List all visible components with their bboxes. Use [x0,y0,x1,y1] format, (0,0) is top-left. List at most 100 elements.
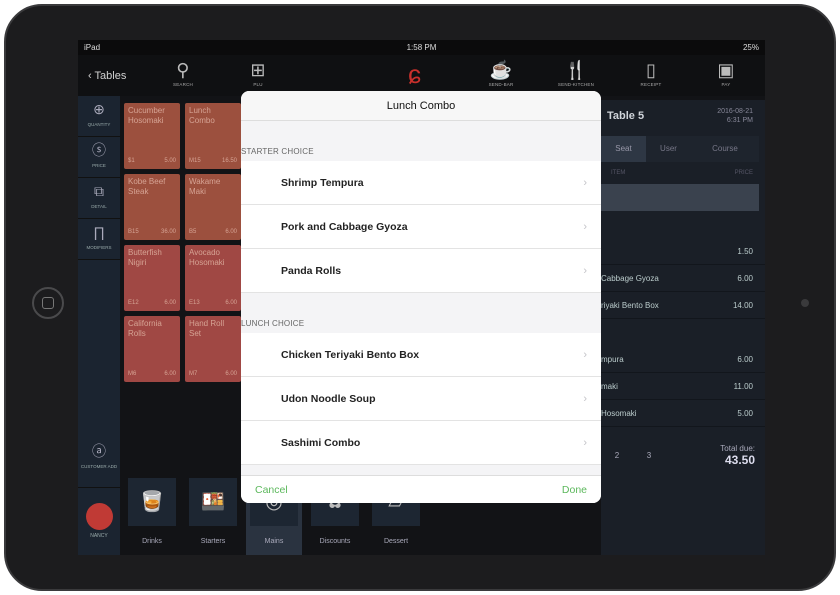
tab-user[interactable]: User [646,136,691,162]
item-code: $1 [128,158,135,164]
order-row[interactable]: maki 11.00 [601,373,765,400]
chevron-right-icon: › [583,392,587,405]
choice-item[interactable]: Pork and Cabbage Gyoza › [241,205,601,249]
item-name: Hand Roll Set [189,319,225,338]
item-price: 16.50 [221,158,237,164]
category-drinks[interactable]: 🥃 Drinks [124,468,180,555]
page-3[interactable]: 3 [633,451,665,460]
item-price: 36.00 [160,229,176,235]
tab-seat[interactable]: Seat [601,136,646,162]
detail-button[interactable]: ⧉ DETAIL [78,178,120,219]
item-price: 5.00 [164,158,176,164]
done-button[interactable]: Done [562,484,587,496]
battery: 25% [742,43,759,52]
item-code: E12 [128,300,139,306]
menu-item[interactable]: Cucumber Hosomaki $1 5.00 [124,103,180,169]
choice-item[interactable]: Sashimi Combo › [241,421,601,465]
menu-item[interactable]: Butterfish Nigiri E12 6.00 [124,245,180,311]
item-code: E13 [189,300,200,306]
menu-item[interactable]: Kobe Beef Steak B15 36.00 [124,174,180,240]
choice-label: Pork and Cabbage Gyoza [281,220,408,233]
category-icon: 🥃 [128,478,176,526]
utensils-icon: 🍴 [564,60,588,80]
menu-item[interactable]: California Rolls M6 6.00 [124,316,180,382]
item-code: B5 [189,229,197,235]
item-price: 6.00 [225,229,237,235]
price-button[interactable]: ⓢ PRICE [78,137,120,178]
customer-icon: ⓐ [92,443,106,459]
detail-icon: ⧉ [94,183,104,199]
order-panel: Table 5 2016-08-21 6:31 PM Seat User Cour… [601,100,765,555]
avatar[interactable] [86,503,113,530]
item-price: 6.00 [164,300,176,306]
chevron-right-icon: › [583,176,587,189]
item-name: Avocado Hosomaki [189,248,225,267]
choice-label: Panda Rolls [281,264,342,277]
choice-item[interactable]: Shrimp Tempura › [241,161,601,205]
back-button[interactable]: ‹ Tables [88,70,158,82]
label: SEARCH [173,82,193,87]
menu-item[interactable]: Wakame Maki B5 6.00 [185,174,241,240]
order-row[interactable]: Cabbage Gyoza 6.00 [601,265,765,292]
item-code: M15 [189,158,201,164]
back-label: Tables [94,69,127,82]
item-price: 6.00 [164,371,176,377]
total-due: 43.50 [724,452,755,467]
mug-icon: ☕ [489,60,513,80]
order-row[interactable]: mpura 6.00 [601,346,765,373]
tab-course[interactable]: Course [691,136,759,162]
plu-button[interactable]: ⊞ PLU [228,58,288,87]
chevron-right-icon: › [583,220,587,233]
seat-header[interactable] [601,184,759,211]
label: PAY [721,82,731,87]
page-2[interactable]: 2 [601,451,633,460]
pay-button[interactable]: ▣ PAY [696,58,756,87]
quantity-button[interactable]: ⊕ QUANTITY [78,96,120,137]
choice-item[interactable]: Panda Rolls › [241,249,601,293]
col-price: PRICE [734,170,753,176]
order-row[interactable]: riyaki Bento Box 14.00 [601,292,765,319]
order-row[interactable]: 1.50 [601,238,765,265]
home-button[interactable] [32,287,64,319]
register-icon: ▣ [717,60,735,80]
order-time: 6:31 PM [726,117,753,124]
category-icon: 🍱 [189,478,237,526]
menu-item[interactable]: Hand Roll Set M7 6.00 [185,316,241,382]
customer-add-button[interactable]: ⓐ CUSTOMER ADD [78,438,120,488]
clock: 1:58 PM [406,43,437,52]
send-bar-button[interactable]: ☕ SEND-BAR [471,58,531,87]
col-item: ITEM [611,170,626,176]
section-header: LUNCH CHOICE [241,319,305,328]
menu-item[interactable]: Avocado Hosomaki E13 6.00 [185,245,241,311]
label: DETAIL [91,204,107,209]
modifiers-button[interactable]: ∏ MODIFIERS [78,219,120,260]
order-item-name: Cabbage Gyoza [601,273,659,283]
order-item-price: 11.00 [733,381,753,391]
status-bar: iPad 1:58 PM 25% [78,40,765,55]
label: MODIFIERS [86,245,112,250]
grid-icon: ⊞ [250,60,266,80]
choice-label: Udon Noodle Soup [281,392,376,405]
order-item-name: Hosomaki [601,408,637,418]
item-name: Kobe Beef Steak [128,177,166,196]
menu-grid: Cucumber Hosomaki $1 5.00 Lunch Combo M15 16.… [124,103,244,382]
order-item-name: mpura [601,354,624,364]
device-label: iPad [84,43,101,52]
choice-label: Shrimp Tempura [281,176,364,189]
user-name: NANCY [90,533,108,539]
item-name: California Rolls [128,319,162,338]
cancel-button[interactable]: Cancel [255,484,288,496]
label: QUANTITY [87,122,111,127]
menu-item[interactable]: Lunch Combo M15 16.50 [185,103,241,169]
receipt-button[interactable]: ▯ RECEIPT [621,58,681,87]
search-button[interactable]: ⚲ SEARCH [153,58,213,87]
order-item-price: 6.00 [737,273,753,283]
choice-item[interactable]: Udon Noodle Soup › [241,377,601,421]
order-row[interactable]: Hosomaki 5.00 [601,400,765,427]
item-name: Butterfish Nigiri [128,248,162,267]
send-kitchen-button[interactable]: 🍴 SEND-KITCHEN [546,58,606,87]
category-starters[interactable]: 🍱 Starters [185,468,241,555]
order-item-price: 1.50 [737,246,753,256]
item-price: 6.00 [225,300,237,306]
choice-item[interactable]: Chicken Teriyaki Bento Box › [241,333,601,377]
